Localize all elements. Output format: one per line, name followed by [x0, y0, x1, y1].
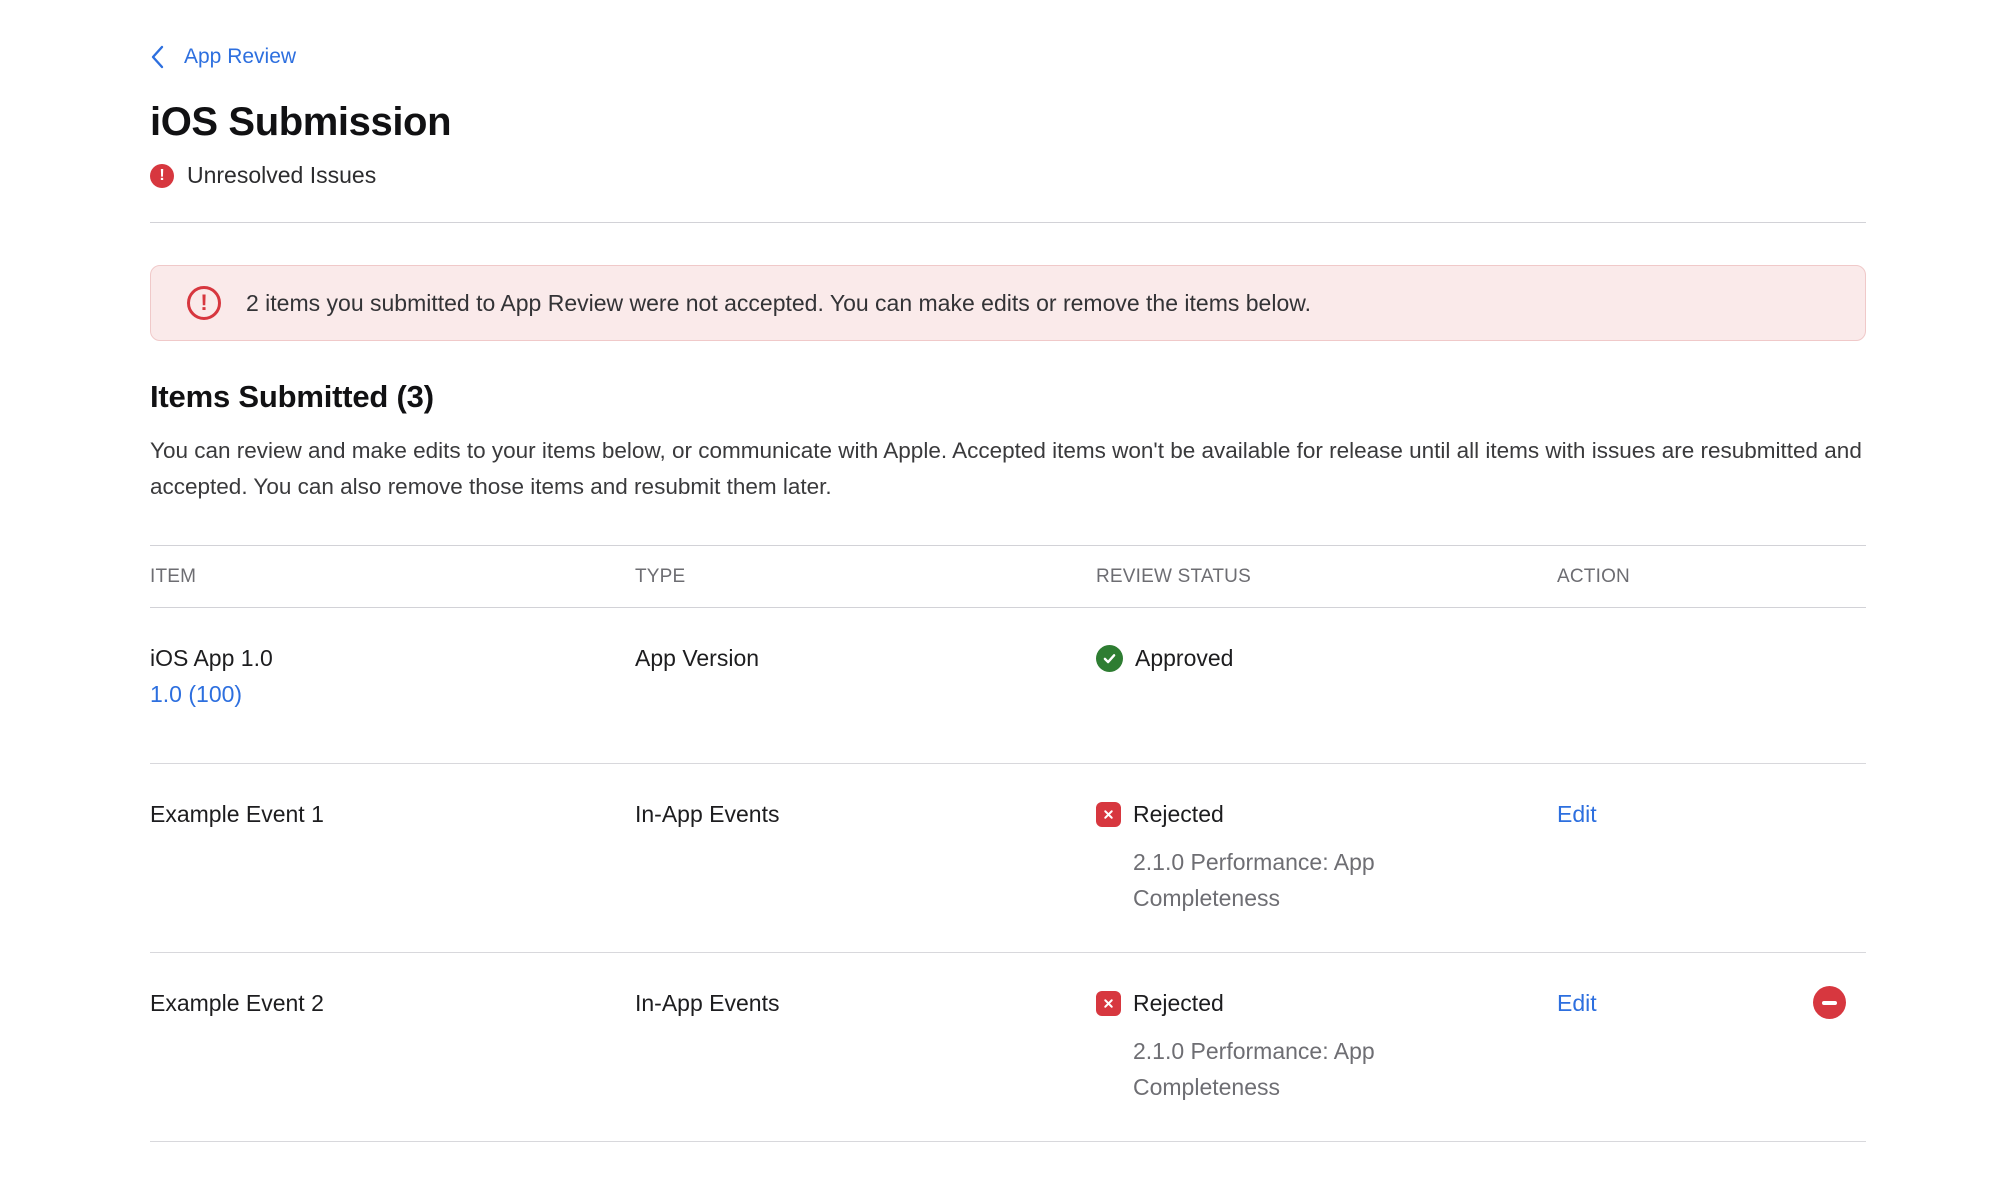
alert-filled-icon: ! — [150, 164, 174, 188]
action-cell — [1557, 640, 1866, 727]
items-submitted-description: You can review and make edits to your it… — [150, 433, 1866, 505]
section-divider — [150, 222, 1866, 223]
x-square-icon — [1096, 991, 1121, 1016]
alert-message: 2 items you submitted to App Review were… — [246, 290, 1311, 317]
version-link[interactable]: 1.0 (100) — [150, 676, 242, 712]
alert-outline-icon: ! — [187, 286, 221, 320]
back-link-label: App Review — [184, 44, 296, 70]
remove-item-button[interactable] — [1813, 986, 1846, 1019]
item-name: iOS App 1.0 — [150, 640, 635, 676]
action-cell: Edit — [1557, 796, 1866, 916]
chevron-left-icon — [150, 45, 164, 69]
item-cell: iOS App 1.0 1.0 (100) — [150, 640, 635, 727]
rejection-reason: 2.1.0 Performance: App Completeness — [1133, 844, 1463, 916]
status-cell: Rejected 2.1.0 Performance: App Complete… — [1096, 796, 1557, 916]
table-row: iOS App 1.0 1.0 (100) App Version Approv… — [150, 608, 1866, 764]
edit-link[interactable]: Edit — [1557, 796, 1597, 832]
x-square-icon — [1096, 802, 1121, 827]
item-name: Example Event 1 — [150, 796, 635, 832]
column-header-action: ACTION — [1557, 566, 1866, 588]
rejection-reason: 2.1.0 Performance: App Completeness — [1133, 1033, 1463, 1105]
column-header-item: ITEM — [150, 566, 635, 588]
edit-link[interactable]: Edit — [1557, 985, 1597, 1021]
status-cell: Rejected 2.1.0 Performance: App Complete… — [1096, 985, 1557, 1105]
check-circle-icon — [1096, 645, 1123, 672]
table-row: Example Event 2 In-App Events Rejected 2… — [150, 953, 1866, 1142]
items-submitted-heading: Items Submitted (3) — [150, 377, 1866, 417]
item-cell: Example Event 2 — [150, 985, 635, 1105]
action-cell: Edit — [1557, 985, 1866, 1105]
status-label: Unresolved Issues — [187, 162, 376, 189]
back-link[interactable]: App Review — [150, 44, 296, 70]
status-label: Approved — [1135, 640, 1233, 676]
item-name: Example Event 2 — [150, 985, 635, 1021]
alert-banner: ! 2 items you submitted to App Review we… — [150, 265, 1866, 341]
page-content: App Review iOS Submission ! Unresolved I… — [150, 0, 1866, 1142]
unresolved-issues-status: ! Unresolved Issues — [150, 162, 1866, 189]
page-title: iOS Submission — [150, 98, 1866, 146]
items-table: ITEM TYPE REVIEW STATUS ACTION iOS App 1… — [150, 545, 1866, 1142]
status-label: Rejected — [1133, 796, 1224, 832]
type-cell: In-App Events — [635, 985, 1096, 1105]
column-header-review-status: REVIEW STATUS — [1096, 566, 1557, 588]
table-header-row: ITEM TYPE REVIEW STATUS ACTION — [150, 545, 1866, 608]
status-cell: Approved — [1096, 640, 1557, 727]
column-header-type: TYPE — [635, 566, 1096, 588]
type-cell: In-App Events — [635, 796, 1096, 916]
status-label: Rejected — [1133, 985, 1224, 1021]
type-cell: App Version — [635, 640, 1096, 727]
minus-circle-icon — [1822, 1001, 1837, 1005]
item-cell: Example Event 1 — [150, 796, 635, 916]
table-row: Example Event 1 In-App Events Rejected 2… — [150, 764, 1866, 953]
